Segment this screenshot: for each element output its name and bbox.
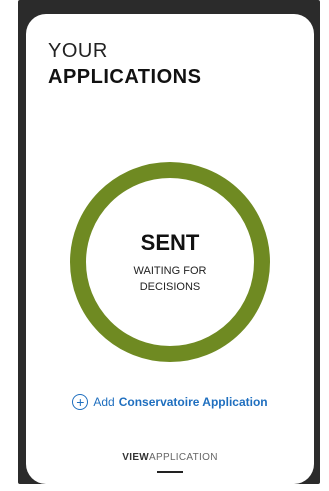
add-prefix: Add xyxy=(93,395,115,409)
view-light-text: APPLICATION xyxy=(149,452,218,463)
plus-circle-icon: + xyxy=(72,394,89,410)
view-bold-text: VIEW xyxy=(122,452,150,463)
status-ring xyxy=(70,162,270,362)
status-detail: WAITING FOR DECISIONS xyxy=(133,265,207,293)
view-underline xyxy=(157,471,183,473)
add-conservatoire-application-link[interactable]: + Add Conservatoire Application xyxy=(26,394,314,410)
view-application-link[interactable]: VIEWAPPLICATION xyxy=(26,452,314,463)
applications-card: YOUR APPLICATIONS SENT WAITING FOR DECIS… xyxy=(26,14,314,484)
status-label: SENT xyxy=(140,230,200,255)
add-label: Conservatoire Application xyxy=(118,395,268,409)
title-line-2: APPLICATIONS xyxy=(48,66,202,88)
title-line-1: YOUR xyxy=(48,40,108,62)
